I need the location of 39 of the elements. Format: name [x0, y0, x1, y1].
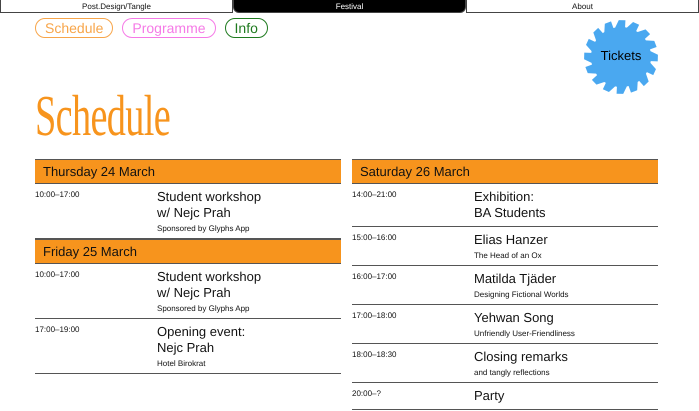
day-header: Saturday 26 March — [352, 159, 658, 184]
starburst-icon — [584, 20, 658, 94]
event-time: 10:00–17:00 — [35, 189, 80, 201]
event-note: Sponsored by Glyphs App — [157, 304, 251, 313]
event-time: 10:00–17:00 — [35, 269, 80, 281]
event-time: 17:00–18:00 — [352, 310, 398, 322]
event-title: Matilda Tjäder — [474, 271, 558, 287]
event-title: BA Students — [474, 205, 547, 221]
event-title: Yehwan Song — [474, 310, 555, 326]
event-time: 18:00–18:30 — [352, 349, 398, 361]
event-title: Exhibition: — [474, 189, 535, 205]
event-time: 17:00–19:00 — [35, 324, 80, 336]
event-title: Elias Hanzer — [474, 232, 549, 248]
event-title: Opening event: — [157, 324, 246, 340]
event-time: 15:00–16:00 — [352, 232, 398, 244]
event-time: 20:00–? — [352, 388, 382, 400]
event-title: Student workshop — [157, 269, 262, 285]
event-note: Hotel Birokrat — [157, 359, 206, 368]
section-link[interactable]: Info — [224, 18, 268, 38]
tickets-button[interactable]: Tickets — [584, 20, 658, 94]
event-note: and tangly reflections — [474, 368, 551, 377]
event-title: Closing remarks — [474, 349, 569, 365]
day-header: Friday 25 March — [35, 239, 341, 264]
event-title: w/ Nejc Prah — [157, 205, 232, 221]
event-time: 14:00–21:00 — [352, 189, 398, 201]
event-title: Student workshop — [157, 189, 262, 205]
day-header: Thursday 24 March — [35, 159, 341, 184]
nav-tab[interactable]: Festival — [233, 0, 466, 13]
event-title: Party — [474, 388, 506, 404]
event-note: Unfriendly User-Friendliness — [474, 329, 576, 338]
page-heading: Schedule — [35, 90, 170, 142]
event-title: w/ Nejc Prah — [157, 285, 232, 301]
event-note: The Head of an Ox — [474, 251, 543, 260]
event-title: Nejc Prah — [157, 340, 216, 356]
event-time: 16:00–17:00 — [352, 271, 398, 283]
nav-tab[interactable]: About — [466, 0, 699, 13]
nav-tab[interactable]: Post.Design/Tangle — [0, 0, 233, 13]
event-note: Sponsored by Glyphs App — [157, 224, 251, 233]
event-note: Designing Fictional Worlds — [474, 290, 570, 299]
